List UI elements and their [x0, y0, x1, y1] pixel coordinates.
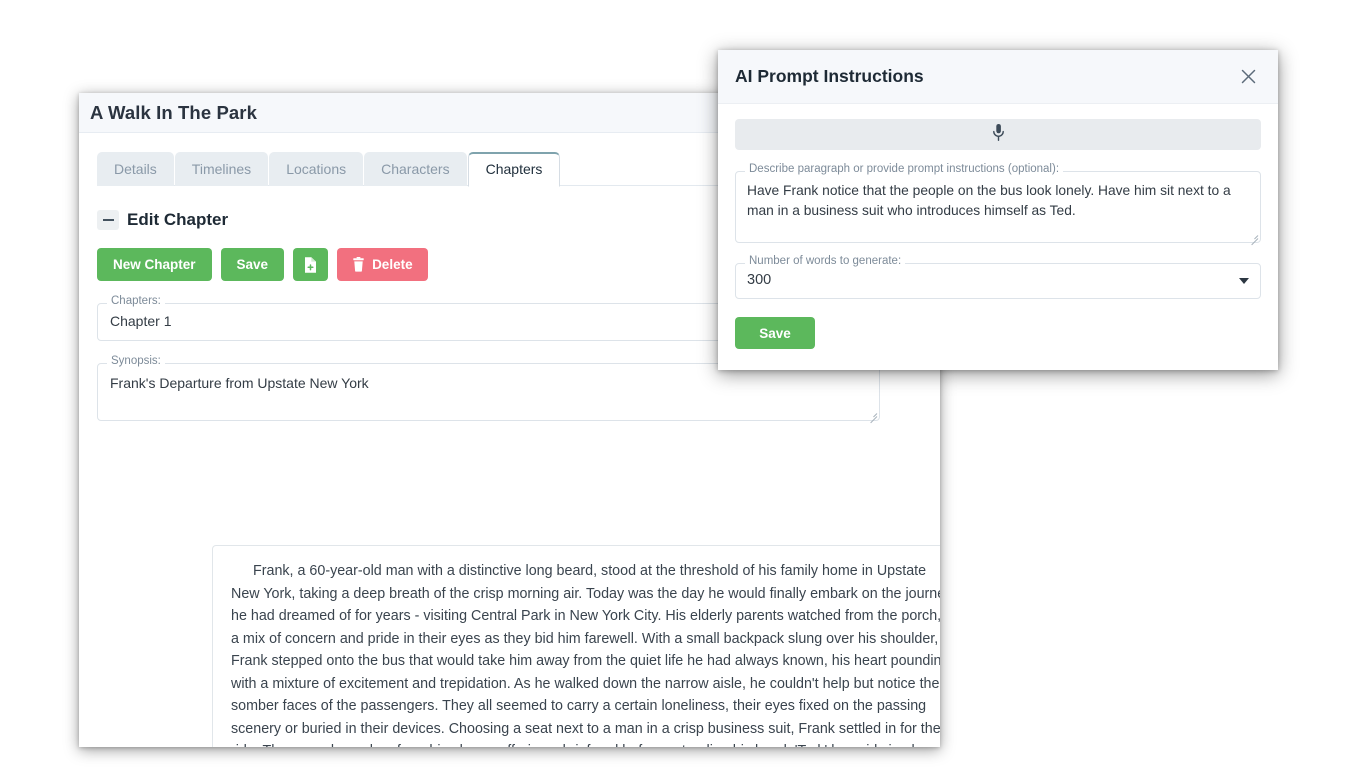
chapters-field-label: Chapters: [107, 295, 165, 308]
dialog-title: AI Prompt Instructions [735, 66, 924, 86]
dialog-save-button[interactable]: Save [735, 317, 815, 349]
tab-chapters[interactable]: Chapters [467, 152, 561, 187]
new-chapter-button[interactable]: New Chapter [97, 248, 212, 281]
voice-input-bar[interactable] [735, 119, 1261, 150]
page-title: A Walk In The Park [90, 101, 257, 123]
file-plus-icon [303, 256, 318, 274]
synopsis-field-label: Synopsis: [107, 355, 165, 368]
chapter-body-text: Frank, a 60-year-old man with a distinct… [231, 563, 940, 747]
save-button[interactable]: Save [220, 248, 285, 281]
resize-grip-icon[interactable] [1248, 231, 1259, 246]
microphone-icon [992, 123, 1005, 147]
delete-button[interactable]: Delete [337, 248, 428, 281]
ai-prompt-instructions-dialog: AI Prompt Instructions Describe paragrap… [718, 50, 1278, 370]
dialog-header: AI Prompt Instructions [718, 50, 1278, 104]
word-count-select[interactable]: Number of words to generate: 300 [735, 255, 1261, 299]
new-document-button[interactable] [293, 248, 329, 281]
chevron-down-icon[interactable] [1239, 278, 1249, 284]
dialog-body: Describe paragraph or provide prompt ins… [718, 104, 1278, 349]
prompt-instructions-label: Describe paragraph or provide prompt ins… [745, 163, 1064, 176]
prompt-instructions-field[interactable]: Describe paragraph or provide prompt ins… [735, 163, 1261, 246]
tab-timelines[interactable]: Timelines [174, 152, 269, 186]
chapter-body-panel[interactable]: Frank, a 60-year-old man with a distinct… [212, 545, 940, 747]
word-count-label: Number of words to generate: [745, 255, 906, 268]
close-icon[interactable] [1237, 66, 1259, 88]
tab-details[interactable]: Details [97, 152, 174, 186]
tab-locations[interactable]: Locations [269, 152, 364, 186]
minus-icon[interactable] [97, 210, 119, 230]
word-count-value: 300 [747, 272, 772, 289]
delete-button-label: Delete [372, 257, 413, 272]
resize-grip-icon[interactable] [867, 409, 878, 424]
synopsis-field[interactable]: Synopsis: Frank's Departure from Upstate… [97, 355, 880, 424]
prompt-instructions-textarea[interactable]: Have Frank notice that the people on the… [736, 172, 1260, 228]
tab-characters[interactable]: Characters [364, 152, 467, 186]
section-title: Edit Chapter [127, 210, 229, 229]
trash-icon [352, 257, 365, 272]
